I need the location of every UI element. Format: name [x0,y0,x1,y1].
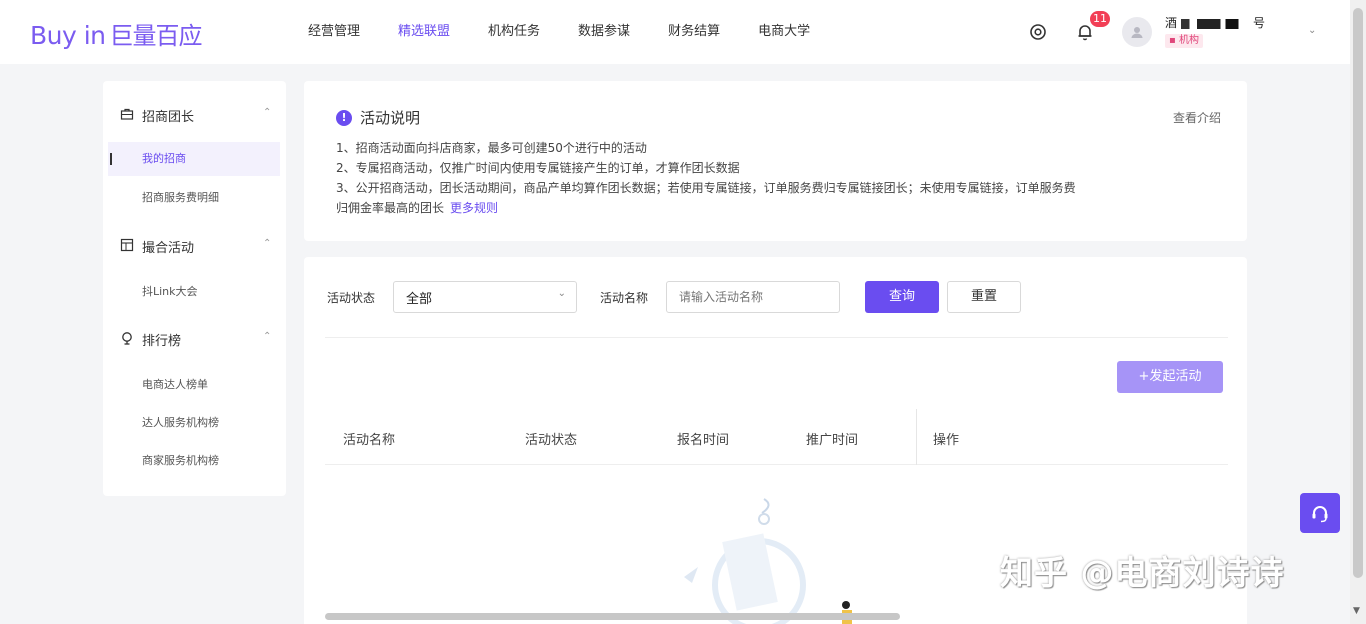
sidebar-item-creator-rank[interactable]: 电商达人榜单 [103,368,286,402]
settings-icon[interactable] [1028,22,1048,42]
sidebar-group-label: 招商团长 [142,110,195,125]
sidebar-item-creator-agency-rank[interactable]: 达人服务机构榜 [103,406,286,440]
column-header-name: 活动名称 [343,433,396,448]
sidebar-group-label: 撮合活动 [142,241,195,256]
nav-item-university[interactable]: 电商大学 [758,0,810,64]
sidebar-item-my-recruit[interactable]: 我的招商 [108,142,280,176]
top-header: Buy in 巨量百应 经营管理 精选联盟 机构任务 数据参谋 财务结算 电商大学… [0,0,1350,64]
column-header-signup-time: 报名时间 [677,433,730,448]
vertical-scrollbar[interactable]: ▼ [1350,0,1366,624]
chevron-up-icon: ⌃ [263,107,272,118]
divider [325,337,1228,338]
reset-button[interactable]: 重置 [947,281,1021,313]
column-header-promo-time: 推广时间 [806,433,859,448]
calendar-icon [120,238,134,252]
account-name[interactable]: 酒号 [1165,14,1265,31]
sidebar-group-label: 排行榜 [142,334,182,349]
vertical-scrollbar-thumb[interactable] [1353,8,1363,578]
column-header-status: 活动状态 [525,433,578,448]
user-icon [1131,27,1143,38]
sidebar: 招商团长 ⌃ 我的招商 招商服务费明细 撮合活动 ⌃ 抖Link大会 排行榜 ⌃… [103,81,286,496]
account-name-suffix: 号 [1253,16,1266,30]
more-rules-link[interactable]: 更多规则 [450,201,498,215]
rule-line: 3、公开招商活动，团长活动期间，商品产单均算作团长数据；若使用专属链接，订单服务… [336,181,1076,195]
nav-item-data-advisor[interactable]: 数据参谋 [578,0,630,64]
logo-cn-text: 巨量百应 [109,22,203,50]
nav-item-operations[interactable]: 经营管理 [308,0,360,64]
customer-service-button[interactable] [1300,493,1340,533]
sidebar-item-merchant-agency-rank[interactable]: 商家服务机构榜 [103,444,286,478]
nav-item-finance[interactable]: 财务结算 [668,0,720,64]
nav-item-org-tasks[interactable]: 机构任务 [488,0,540,64]
rule-line: 2、专属招商活动，仅推广时间内使用专属链接产生的订单，才算作团长数据 [336,161,740,175]
horizontal-scrollbar-thumb[interactable] [325,613,900,620]
info-icon: ! [336,109,352,126]
info-title: ! 活动说明 [336,107,420,128]
org-tag: ▪ 机构 [1165,34,1203,48]
org-tag-label: 机构 [1178,35,1199,46]
activity-info-card: ! 活动说明 查看介绍 1、招商活动面向抖店商家，最多可创建50个进行中的活动 … [304,81,1247,241]
briefcase-icon [120,107,134,121]
headset-icon [1312,506,1328,523]
rule-line: 归佣金率最高的团长 更多规则 [336,199,498,216]
nav-item-alliance[interactable]: 精选联盟 [398,0,450,64]
sidebar-item-service-fee[interactable]: 招商服务费明细 [103,181,286,215]
sidebar-group-matchmaking[interactable]: 撮合活动 ⌃ [103,230,286,260]
main-nav: 经营管理 精选联盟 机构任务 数据参谋 财务结算 电商大学 [308,0,848,64]
cursor-marker [110,153,112,165]
view-intro-link[interactable]: 查看介绍 [1173,109,1221,126]
rule-line-text: 归佣金率最高的团长 [336,201,445,215]
sidebar-item-link-conference[interactable]: 抖Link大会 [103,275,286,309]
empty-state-illustration [684,498,852,624]
logo-text: Buy in [30,21,106,50]
column-header-actions: 操作 [933,433,960,448]
sidebar-group-recruit[interactable]: 招商团长 ⌃ [103,99,286,129]
scroll-down-arrow-icon[interactable]: ▼ [1353,606,1360,616]
chevron-down-icon: ⌄ [557,288,566,299]
query-button[interactable]: 查询 [865,281,939,313]
column-separator [916,409,917,465]
horizontal-scrollbar[interactable] [325,613,1228,621]
sidebar-group-ranking[interactable]: 排行榜 ⌃ [103,323,286,353]
chevron-up-icon: ⌃ [263,331,272,342]
rule-line: 1、招商活动面向抖店商家，最多可创建50个进行中的活动 [336,141,647,155]
activity-name-input[interactable] [666,281,840,313]
info-title-text: 活动说明 [360,109,421,127]
table-header: 活动名称 活动状态 报名时间 推广时间 操作 [325,409,1228,465]
account-name-prefix: 酒 [1165,16,1178,30]
status-select-value: 全部 [406,292,433,307]
chevron-up-icon: ⌃ [263,238,272,249]
status-filter-label: 活动状态 [327,291,376,305]
name-filter-label: 活动名称 [600,291,649,305]
notification-badge: 11 [1090,11,1110,27]
logo[interactable]: Buy in 巨量百应 [30,16,203,51]
trophy-icon [120,331,134,345]
create-activity-button[interactable]: +发起活动 [1117,361,1223,393]
status-select[interactable]: 全部 ⌄ [393,281,577,313]
watermark: 知乎 @电商刘诗诗 [1000,553,1285,592]
chevron-down-icon[interactable]: ⌄ [1308,25,1316,36]
avatar[interactable] [1122,17,1152,47]
account-name-redacted [1181,18,1254,29]
